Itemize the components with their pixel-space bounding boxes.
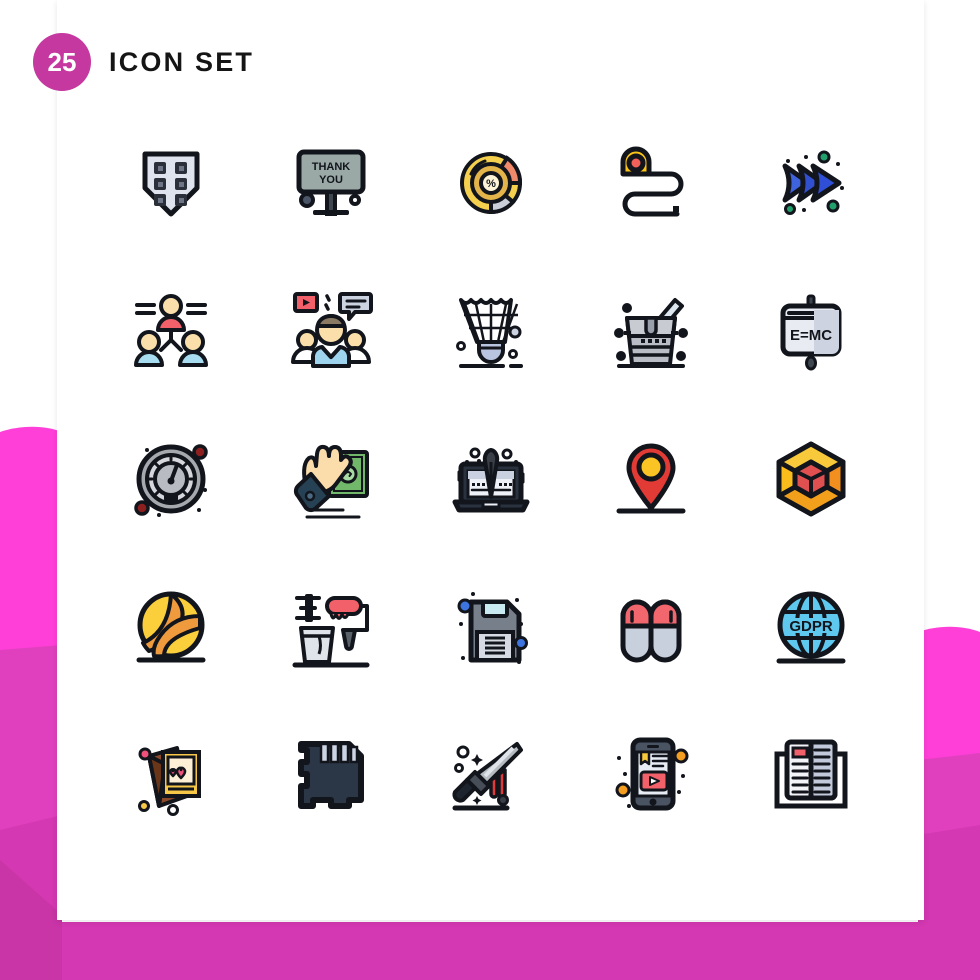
- icon-cell-8[interactable]: [411, 256, 571, 404]
- bottom-pink-band: [0, 922, 980, 980]
- icon-cell-24[interactable]: [571, 700, 731, 848]
- percent-symbol: %: [486, 178, 496, 190]
- left-pink-shape-mid: [0, 645, 62, 980]
- billboard-line2: YOU: [319, 174, 343, 186]
- slippers-icon[interactable]: [605, 580, 697, 672]
- video-chat-team-icon[interactable]: [285, 284, 377, 376]
- gdpr-globe-icon[interactable]: GDPR: [765, 580, 857, 672]
- header: 25 ICON SET: [33, 33, 254, 91]
- map-pin-icon[interactable]: [605, 432, 697, 524]
- icon-cell-18[interactable]: [411, 552, 571, 700]
- left-pink-shape-light: [0, 426, 62, 980]
- icon-cell-19[interactable]: [571, 552, 731, 700]
- icon-cell-4[interactable]: [571, 108, 731, 256]
- icon-cell-13[interactable]: [411, 404, 571, 552]
- newspaper-icon[interactable]: [765, 728, 857, 820]
- icon-cell-10[interactable]: E=MC: [731, 256, 891, 404]
- icon-cell-15[interactable]: [731, 404, 891, 552]
- measuring-tape-icon[interactable]: [605, 136, 697, 228]
- cash-payment-hand-icon[interactable]: [285, 432, 377, 524]
- icon-cell-3[interactable]: %: [411, 108, 571, 256]
- icon-count-badge: 25: [33, 33, 91, 91]
- shield-grid-icon[interactable]: [125, 136, 217, 228]
- icon-cell-5[interactable]: [731, 108, 891, 256]
- paint-roller-bucket-icon[interactable]: [285, 580, 377, 672]
- love-photos-icon[interactable]: [125, 728, 217, 820]
- laptop-pen-icon[interactable]: [445, 432, 537, 524]
- icon-cell-2[interactable]: THANK YOU: [251, 108, 411, 256]
- icon-cell-20[interactable]: GDPR: [731, 552, 891, 700]
- volleyball-icon[interactable]: [125, 580, 217, 672]
- board-formula: E=MC: [790, 327, 832, 344]
- thank-you-billboard-icon[interactable]: THANK YOU: [285, 136, 377, 228]
- sd-memory-card-icon[interactable]: [285, 728, 377, 820]
- icon-cell-6[interactable]: [91, 256, 251, 404]
- fast-forward-arrows-icon[interactable]: [765, 136, 857, 228]
- icon-grid: THANK YOU % E=MC GDPR: [91, 108, 891, 848]
- right-pink-shape-light: [918, 626, 980, 980]
- billboard-line1: THANK: [312, 161, 351, 173]
- speedometer-icon[interactable]: [125, 432, 217, 524]
- bloody-knife-icon[interactable]: [445, 728, 537, 820]
- icon-set-card: 25 ICON SET THANK YOU % E=MC GDPR: [33, 0, 924, 920]
- icon-cell-25[interactable]: [731, 700, 891, 848]
- mobile-video-icon[interactable]: [605, 728, 697, 820]
- team-hierarchy-icon[interactable]: [125, 284, 217, 376]
- shuttlecock-icon[interactable]: [445, 284, 537, 376]
- icon-cell-16[interactable]: [91, 552, 251, 700]
- icon-cell-22[interactable]: [251, 700, 411, 848]
- bottom-left-corner-shade: [0, 860, 62, 980]
- icon-cell-14[interactable]: [571, 404, 731, 552]
- presentation-board-icon[interactable]: E=MC: [765, 284, 857, 376]
- left-pink-shape-dark: [0, 815, 62, 980]
- icon-cell-21[interactable]: [91, 700, 251, 848]
- champagne-bucket-icon[interactable]: [605, 284, 697, 376]
- icon-cell-17[interactable]: [251, 552, 411, 700]
- icon-cell-11[interactable]: [91, 404, 251, 552]
- page-title: ICON SET: [109, 46, 255, 77]
- right-pink-shape-mid: [918, 753, 980, 980]
- icon-cell-9[interactable]: [571, 256, 731, 404]
- icon-cell-12[interactable]: [251, 404, 411, 552]
- gdpr-label: GDPR: [789, 618, 833, 635]
- right-pink-shape-dark: [918, 825, 980, 980]
- icon-cell-7[interactable]: [251, 256, 411, 404]
- cube-3d-icon[interactable]: [765, 432, 857, 524]
- icon-cell-23[interactable]: [411, 700, 571, 848]
- floppy-disk-icon[interactable]: [445, 580, 537, 672]
- discount-pie-chart-icon[interactable]: %: [445, 136, 537, 228]
- icon-cell-1[interactable]: [91, 108, 251, 256]
